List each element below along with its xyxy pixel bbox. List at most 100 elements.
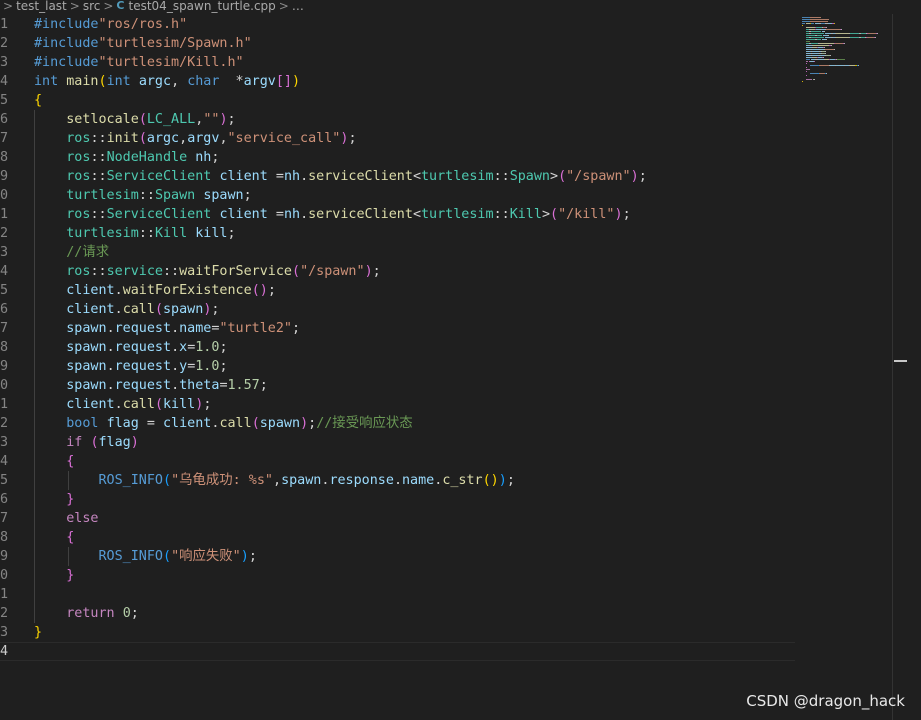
code-line[interactable]: 3} [0,623,795,642]
code-token: spawn [66,340,107,355]
breadcrumb-folder-test-last[interactable]: test_last [16,0,67,12]
code-line[interactable]: 6 setlocale(LC_ALL,""); [0,110,795,129]
code-line[interactable]: 3 if (flag) [0,433,795,452]
code-token: "/spawn" [566,169,631,184]
code-line[interactable]: 0 spawn.request.theta=1.57; [0,376,795,395]
code-line[interactable]: 9 spawn.request.y=1.0; [0,357,795,376]
line-number: 7 [0,131,9,146]
code-text: int main(int argc, char *argv[]) [34,72,300,91]
code-token: Kill [154,226,188,241]
vertical-scrollbar[interactable] [892,14,907,720]
breadcrumb-file[interactable]: test04_spawn_turtle.cpp [129,0,276,12]
code-line[interactable]: 3 //请求 [0,243,795,262]
breadcrumb: > test_last > src > Ctest04_spawn_turtle.cpp >… [0,0,921,14]
minimap-token [811,33,824,34]
line-number: 9 [0,359,9,374]
code-token: = [138,416,163,431]
code-line[interactable]: 8 ros::NodeHandle nh; [0,148,795,167]
code-line[interactable]: 3 #include"turtlesim/Kill.h" [0,53,795,72]
code-line[interactable]: 0 } [0,566,795,585]
code-token: call [122,397,155,412]
minimap-token [806,71,807,72]
code-token: :: [493,207,510,222]
code-line[interactable]: 7 else [0,509,795,528]
code-token: spawn [281,473,322,488]
minimap-token [850,37,859,38]
code-line[interactable]: 1 [0,585,795,604]
code-token: turtlesim [421,169,494,184]
code-token: #include [34,55,99,70]
minimap-token [826,73,827,74]
code-token: :: [90,169,107,184]
code-token: x [179,340,188,355]
code-token: //请求 [66,245,110,260]
code-line[interactable]: 2 #include"turtlesim/Spawn.h" [0,34,795,53]
code-token: "service_call" [227,131,341,146]
code-token: > [550,169,559,184]
line-number: 4 [0,74,9,89]
code-line[interactable]: 0 turtlesim::Spawn spawn; [0,186,795,205]
minimap[interactable] [800,14,892,720]
code-line[interactable]: 2 turtlesim::Kill kill; [0,224,795,243]
code-line[interactable]: 5 ROS_INFO("乌龟成功: %s",spawn.response.nam… [0,471,795,490]
code-editor[interactable]: 1 #include"ros/ros.h" 2 #include"turtlesim/… [0,14,895,720]
code-token: ; [259,378,268,393]
code-text: client.call(spawn); [34,300,219,319]
code-line[interactable]: 9 ros::ServiceClient client =nh.serviceC… [0,167,795,186]
minimap-token [817,35,822,36]
code-line[interactable]: 8 spawn.request.x=1.0; [0,338,795,357]
code-line[interactable]: 7 spawn.request.name="turtle2"; [0,319,795,338]
code-line[interactable]: 6 client.call(spawn); [0,300,795,319]
code-token: { [34,93,43,108]
code-token: :: [138,188,155,203]
code-line[interactable]: 2 bool flag = client.call(spawn);//接受响应状… [0,414,795,433]
code-line[interactable]: 7 ros::init(argc,argv,"service_call"); [0,129,795,148]
code-token: , [273,473,282,488]
line-number: 9 [0,549,9,564]
code-token: ; [292,321,301,336]
minimap-token [826,29,840,30]
code-line[interactable]: 1 client.call(kill); [0,395,795,414]
minimap-token [802,21,810,22]
code-line[interactable]: 4 ros::service::waitForService("/spawn")… [0,262,795,281]
code-line[interactable]: 4 { [0,452,795,471]
code-token: ( [154,302,163,317]
code-token: argv [243,74,276,89]
scrollbar-thumb[interactable] [894,360,907,362]
line-number: 4 [0,644,9,659]
line-number: 8 [0,340,9,355]
code-line[interactable]: 4 [0,642,795,661]
code-line[interactable]: 6 } [0,490,795,509]
code-line[interactable]: 2 return 0; [0,604,795,623]
watermark: CSDN @dragon_hack [746,692,905,710]
code-line[interactable]: 5{ [0,91,795,110]
code-line[interactable]: 1 ros::ServiceClient client =nh.serviceC… [0,205,795,224]
breadcrumb-folder-src[interactable]: src [83,0,101,12]
code-line[interactable]: 1 #include"ros/ros.h" [0,15,795,34]
code-text: ros::ServiceClient client =nh.serviceCli… [34,167,647,186]
code-token: ROS_INFO [98,549,164,564]
breadcrumb-symbol[interactable]: … [292,0,304,12]
code-text: { [34,91,42,110]
code-line[interactable]: 5 client.waitForExistence(); [0,281,795,300]
line-number: 4 [0,454,9,469]
code-line[interactable]: 8 { [0,528,795,547]
line-number: 2 [0,416,9,431]
code-token: . [171,378,180,393]
minimap-token [806,79,812,80]
code-line[interactable]: 4 int main(int argc, char *argv[]) [0,72,795,91]
code-token: "/kill" [558,207,615,222]
minimap-token [826,27,827,28]
line-number: 2 [0,226,9,241]
code-line[interactable]: 9 ROS_INFO("响应失败"); [0,547,795,566]
code-token: , [179,131,188,146]
code-token: . [114,302,123,317]
minimap-token [810,19,829,20]
minimap-token [811,23,814,24]
code-token: . [300,169,309,184]
